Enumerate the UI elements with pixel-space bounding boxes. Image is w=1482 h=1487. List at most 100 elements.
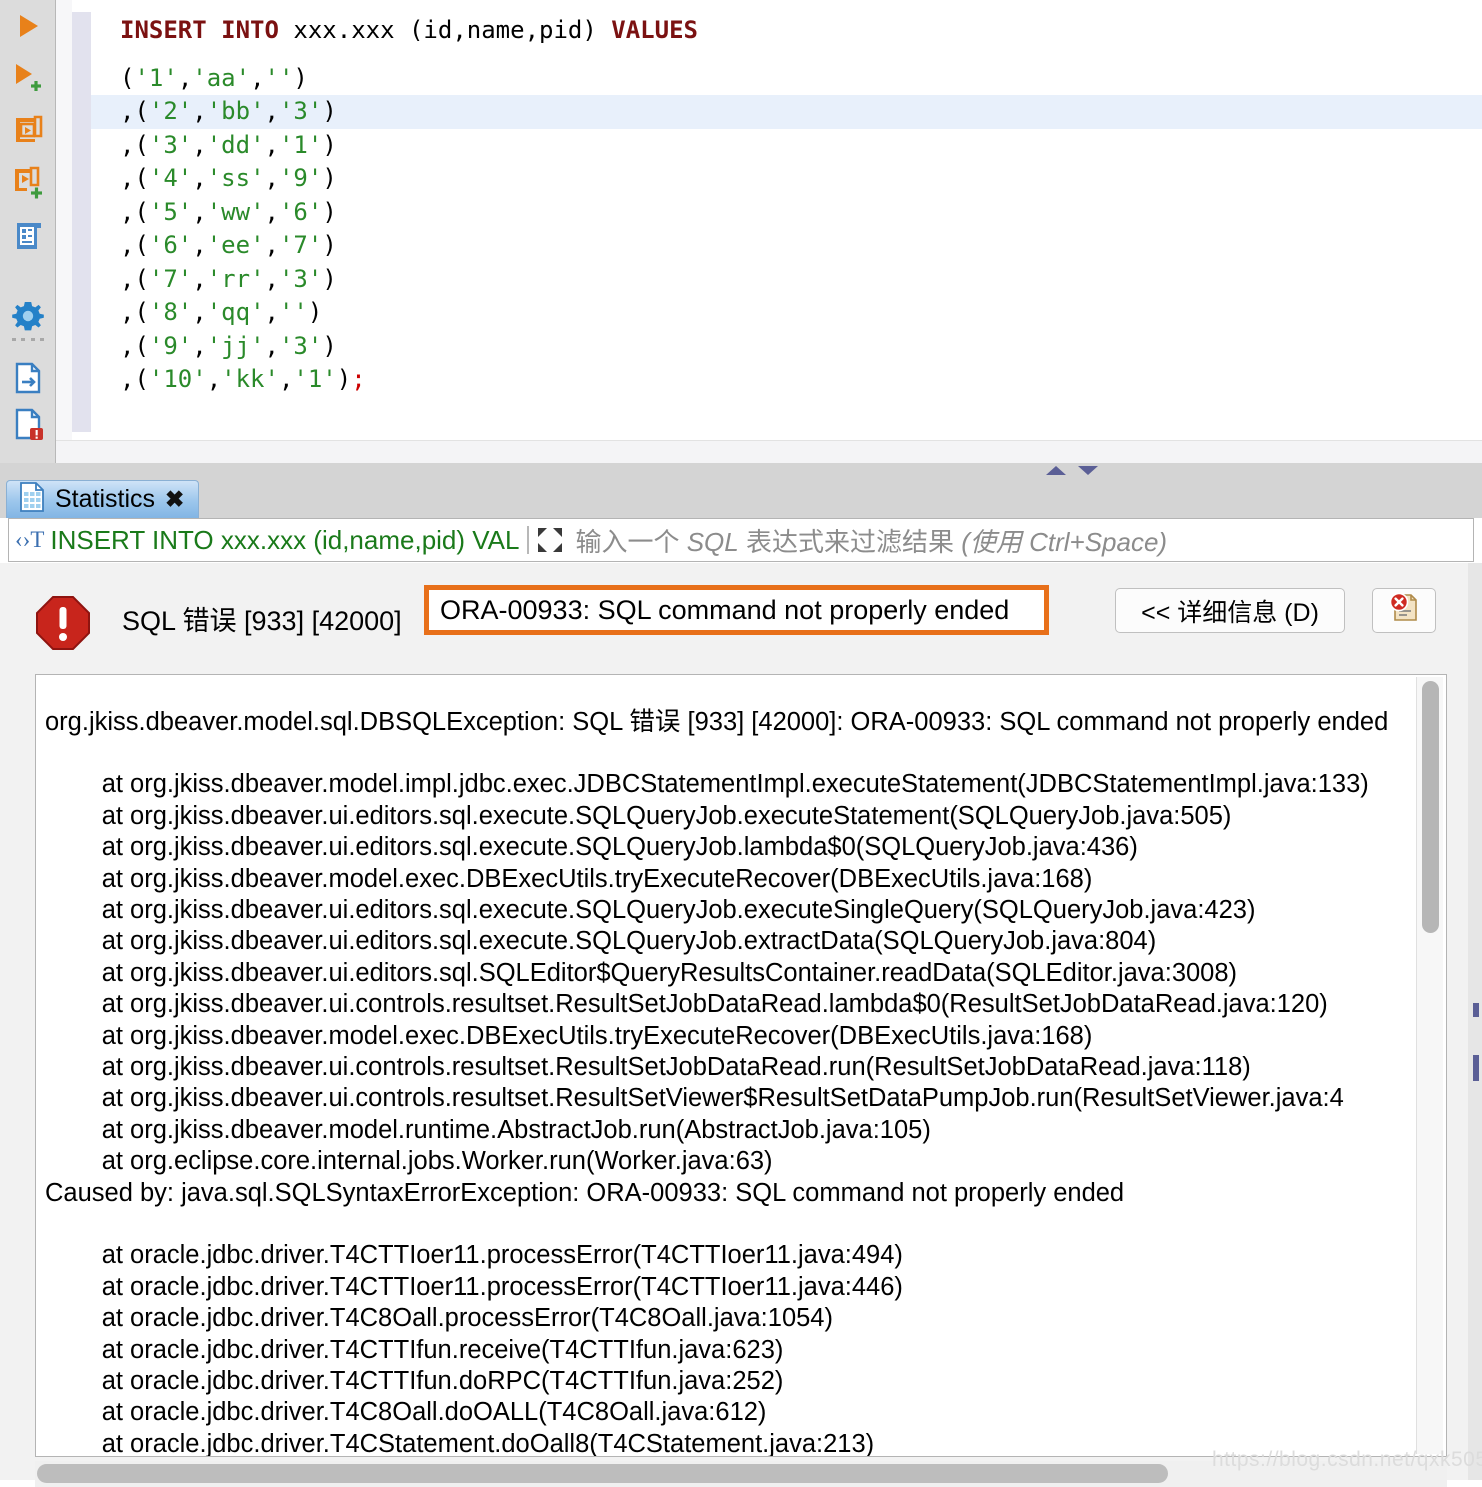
stack-trace-text: org.jkiss.dbeaver.model.sql.DBSQLExcepti…	[45, 707, 1389, 1457]
code-token: )	[322, 130, 337, 159]
code-token: xxx.xxx (id,name,pid)	[293, 16, 612, 44]
stack-trace-vertical-scrollbar[interactable]	[1416, 677, 1443, 1454]
code-token: '3'	[278, 97, 323, 125]
sql-editor-area: INSERT INTO xxx.xxx (id,name,pid) VALUES…	[0, 0, 1482, 464]
code-line[interactable]: ,('5','ww','6')	[91, 196, 1482, 230]
code-token: ''	[278, 298, 308, 326]
sql-code-text[interactable]: INSERT INTO xxx.xxx (id,name,pid) VALUES…	[91, 0, 1482, 440]
code-token: ,	[192, 331, 207, 360]
code-token: ,	[264, 231, 279, 259]
error-message-highlight-box: ORA-00933: SQL command not properly ende…	[424, 585, 1049, 635]
code-token: (	[120, 63, 135, 92]
panel-right-edge-scrollbar[interactable]	[1468, 563, 1482, 1480]
code-line[interactable]: ,('4','ss','9')	[91, 162, 1482, 196]
code-line[interactable]: ,('3','dd','1')	[91, 129, 1482, 163]
code-token: ,(	[120, 164, 149, 192]
sql-editor-vertical-toolbar	[0, 0, 56, 463]
code-token: 'ww'	[206, 197, 265, 226]
code-line[interactable]: ,('10','kk','1');	[91, 363, 1482, 397]
code-token: )	[322, 164, 337, 192]
code-token: '3'	[278, 331, 323, 360]
stack-trace-box[interactable]: org.jkiss.dbeaver.model.sql.DBSQLExcepti…	[35, 674, 1447, 1457]
placeholder-run: SQL	[686, 526, 739, 557]
code-token: )	[322, 197, 337, 226]
expand-arrows-icon[interactable]	[537, 527, 563, 553]
code-line[interactable]: ('1','aa','')	[91, 62, 1482, 96]
code-token: )	[322, 264, 337, 293]
code-token: ,	[264, 197, 279, 226]
editor-bottom-strip	[56, 440, 1482, 464]
error-message-text: ORA-00933: SQL command not properly ende…	[440, 594, 1010, 625]
code-token: '5'	[148, 197, 193, 226]
code-line[interactable]: ,('8','qq','')	[91, 296, 1482, 330]
code-token: '9'	[148, 331, 193, 360]
copy-error-to-clipboard-button[interactable]	[1372, 588, 1436, 633]
results-filter-bar[interactable]: ‹›T INSERT INTO xxx.xxx (id,name,pid) VA…	[8, 518, 1474, 562]
code-line[interactable]: ,('9','jj','3')	[91, 330, 1482, 364]
code-token: )	[293, 63, 308, 92]
code-token: 'kk'	[221, 365, 279, 393]
code-token: ,(	[120, 298, 149, 326]
code-token: )	[307, 298, 323, 326]
code-token: ,	[264, 298, 279, 326]
placeholder-run: (使用 Ctrl+Space)	[961, 526, 1168, 557]
code-token: '6'	[278, 197, 323, 226]
code-token: ,	[192, 130, 207, 159]
code-token: 'qq'	[206, 298, 265, 326]
execute-statement-new-tab-icon[interactable]	[8, 57, 48, 97]
execute-script-new-tab-icon[interactable]	[8, 163, 48, 203]
code-token: ,	[264, 130, 279, 159]
code-token: ,	[192, 264, 207, 293]
watermark: https://blog.csdn.net/qxk5055	[1212, 1448, 1482, 1471]
code-token: '3'	[148, 130, 193, 159]
export-data-icon[interactable]	[8, 358, 48, 398]
chevron-up-icon[interactable]	[1046, 466, 1066, 475]
code-token: '7'	[148, 264, 193, 293]
details-button[interactable]: << 详细信息 (D)	[1115, 588, 1345, 633]
code-token: '6'	[148, 231, 193, 259]
gear-icon[interactable]	[8, 296, 48, 336]
file-error-icon[interactable]	[8, 404, 48, 444]
code-line[interactable]: ,('2','bb','3')	[91, 95, 1482, 129]
code-token: ,	[192, 164, 207, 192]
code-token: ,	[264, 97, 279, 125]
scrollbar-thumb[interactable]	[37, 1464, 1168, 1483]
edge-marker	[1473, 1003, 1479, 1017]
error-title: SQL 错误 [933] [42000]	[122, 606, 402, 636]
code-token: )	[322, 331, 337, 360]
code-token: 'rr'	[206, 264, 265, 293]
tab-statistics[interactable]: Statistics ✖	[6, 480, 200, 518]
placeholder-run: 输入一个	[575, 526, 687, 557]
edge-marker	[1473, 1055, 1479, 1081]
explain-execution-plan-icon[interactable]	[8, 216, 48, 256]
code-token: INSERT INTO	[120, 16, 294, 44]
code-token: ,(	[120, 331, 149, 360]
error-header: SQL 错误 [933] [42000] ORA-00933: SQL comm…	[0, 563, 1482, 673]
code-token: )	[336, 365, 352, 393]
code-token: )	[322, 231, 337, 259]
code-token: ;	[351, 365, 366, 393]
toolbar-separator	[12, 336, 44, 342]
execute-statement-icon[interactable]	[8, 6, 48, 46]
sql-text-icon: ‹›T	[15, 527, 45, 552]
code-line[interactable]: ,('7','rr','3')	[91, 263, 1482, 297]
scrollbar-thumb[interactable]	[1422, 681, 1439, 933]
code-token: '1'	[134, 63, 178, 92]
code-token: ,	[264, 264, 279, 293]
code-line[interactable]: INSERT INTO xxx.xxx (id,name,pid) VALUES	[91, 0, 1482, 62]
code-token: '3'	[278, 264, 323, 293]
code-line[interactable]: ,('6','ee','7')	[91, 229, 1482, 263]
editor-change-marker-bar	[72, 12, 91, 432]
chevron-down-icon[interactable]	[1078, 466, 1098, 475]
filter-input-placeholder[interactable]: 输入一个 SQL 表达式来过滤结果 (使用 Ctrl+Space)	[575, 522, 1167, 559]
code-token: ,(	[120, 130, 149, 159]
code-token: '8'	[148, 298, 193, 326]
execute-script-icon[interactable]	[8, 110, 48, 150]
code-token: )	[322, 97, 337, 125]
code-token: ,	[192, 97, 207, 125]
close-icon[interactable]: ✖	[165, 488, 184, 511]
code-token: 'ss'	[206, 164, 265, 192]
code-token: VALUES	[611, 16, 698, 44]
code-token: '4'	[148, 164, 193, 192]
tab-statistics-label: Statistics	[55, 485, 156, 513]
